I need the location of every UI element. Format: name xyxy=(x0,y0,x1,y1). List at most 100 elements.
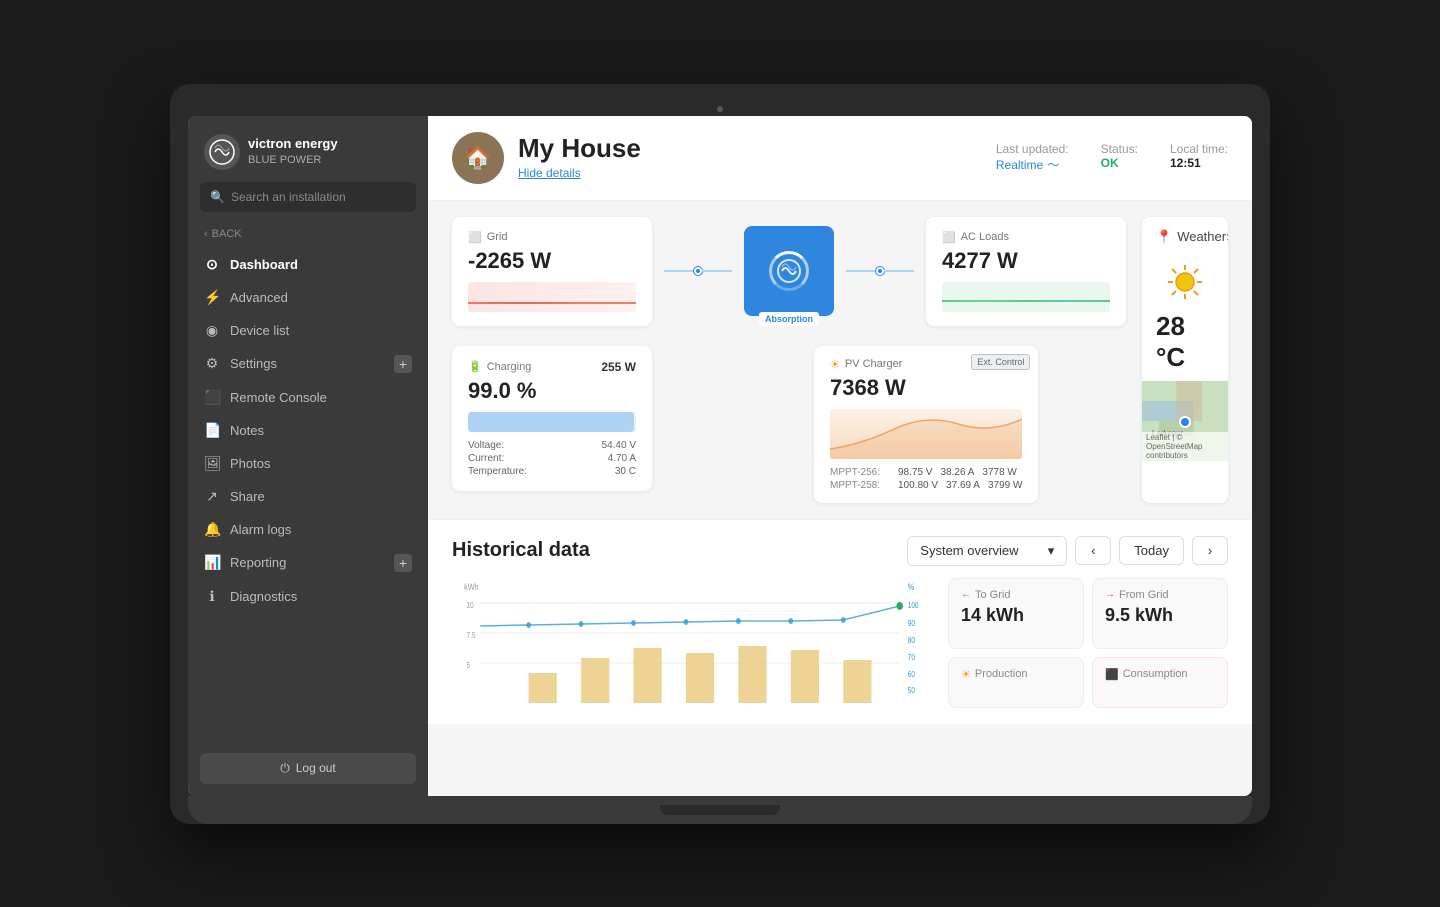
settings-plus-button[interactable]: + xyxy=(394,355,412,373)
advanced-icon: ⚡ xyxy=(204,289,220,306)
ac-loads-title: ⬜ AC Loads xyxy=(942,231,1110,244)
historical-section: Historical data System overview ▾ ‹ Toda… xyxy=(428,519,1252,724)
sidebar-nav: ⊙ Dashboard ⚡ Advanced ◉ Device list ⚙ S… xyxy=(188,248,428,741)
stats-panel: ← To Grid 14 kWh → From Grid 9.5 kWh xyxy=(948,578,1228,708)
sidebar-item-photos[interactable]: 🖼 Photos xyxy=(188,447,428,480)
weather-title: 📍 Weather xyxy=(1156,229,1226,245)
device-list-icon: ◉ xyxy=(204,322,220,339)
svg-text:%: % xyxy=(908,582,914,592)
main-content: 🏠 My House Hide details Last updated: Re… xyxy=(428,116,1252,796)
power-icon: ⏻ xyxy=(280,761,290,776)
search-installation[interactable]: 🔍 Search an installation xyxy=(200,182,416,212)
arrow-left-icon: ← xyxy=(961,589,971,600)
photos-icon: 🖼 xyxy=(204,455,220,472)
svg-text:100: 100 xyxy=(908,600,919,610)
sidebar-item-settings[interactable]: ⚙ Settings + xyxy=(188,347,428,381)
realtime-value: Realtime 〜 xyxy=(996,156,1069,173)
alarm-icon: 🔔 xyxy=(204,521,220,538)
reporting-plus-button[interactable]: + xyxy=(394,554,412,572)
grid-icon: ⬜ xyxy=(468,231,482,244)
local-time: Local time: 12:51 xyxy=(1170,142,1228,173)
connector-h2 xyxy=(702,270,732,272)
inverter-unit: Absorption xyxy=(744,226,834,316)
system-overview-dropdown[interactable]: System overview ▾ xyxy=(907,536,1067,566)
voltage-row: Voltage: 54.40 V xyxy=(468,440,636,451)
pv-mini-chart xyxy=(830,409,1022,459)
from-grid-stat: → From Grid 9.5 kWh xyxy=(1092,578,1228,649)
laptop-base xyxy=(188,796,1252,824)
grid-card: ⬜ Grid -2265 W xyxy=(452,217,652,326)
weather-card: 📍 Weather Sunny xyxy=(1142,217,1228,503)
map-area[interactable]: Larkspur Leaflet | © OpenStreetMap contr… xyxy=(1142,381,1228,461)
dashboard-icon: ⊙ xyxy=(204,256,220,273)
connector-dot xyxy=(694,267,702,275)
map-marker xyxy=(1179,416,1191,428)
grid-card-title: ⬜ Grid xyxy=(468,231,636,244)
reporting-icon: 📊 xyxy=(204,554,220,571)
temperature-row: Temperature: 30 C xyxy=(468,466,636,477)
hide-details-link[interactable]: Hide details xyxy=(518,166,581,180)
sidebar-item-device-list[interactable]: ◉ Device list xyxy=(188,314,428,347)
mppt-258-row: MPPT-258: 100.80 V 37.69 A 3799 W xyxy=(830,480,1022,491)
sidebar-item-share[interactable]: ↗ Share xyxy=(188,480,428,513)
grid-mini-chart xyxy=(468,282,636,312)
absorption-badge: Absorption xyxy=(759,312,819,326)
charging-details: Voltage: 54.40 V Current: 4.70 A Tempera… xyxy=(468,440,636,477)
historical-header: Historical data System overview ▾ ‹ Toda… xyxy=(452,536,1228,566)
back-button[interactable]: ‹ BACK xyxy=(188,224,428,248)
chevron-down-icon: ▾ xyxy=(1048,543,1055,559)
pv-charger-value: 7368 W xyxy=(830,375,1022,401)
ac-loads-chart-line xyxy=(942,300,1110,302)
notes-icon: 📄 xyxy=(204,422,220,439)
svg-text:50: 50 xyxy=(908,685,915,695)
ext-control-badge: Ext. Control xyxy=(971,354,1030,370)
sidebar-item-diagnostics[interactable]: ℹ Diagnostics xyxy=(188,580,428,613)
connector-h xyxy=(664,270,694,272)
historical-title: Historical data xyxy=(452,539,590,562)
connector-h3 xyxy=(846,270,876,272)
connector-h4 xyxy=(884,270,914,272)
cards-area: ⬜ Grid -2265 W xyxy=(452,217,1126,503)
production-stat: ☀ Production xyxy=(948,657,1084,708)
battery-bar xyxy=(468,412,636,432)
sun-icon: ☀ xyxy=(961,668,971,681)
dashboard-cards: ⬜ Grid -2265 W xyxy=(428,201,1252,519)
laptop-screen: victron energy BLUE POWER 🔍 Search an in… xyxy=(188,116,1252,796)
house-avatar: 🏠 xyxy=(452,132,504,184)
from-grid-label: → From Grid xyxy=(1105,589,1215,601)
sidebar-item-alarm-logs[interactable]: 🔔 Alarm logs xyxy=(188,513,428,546)
grid-chart-line xyxy=(468,302,636,304)
charging-title: 🔋 Charging 255 W xyxy=(468,360,636,374)
laptop-frame: victron energy BLUE POWER 🔍 Search an in… xyxy=(170,84,1270,824)
to-grid-stat: ← To Grid 14 kWh xyxy=(948,578,1084,649)
svg-text:kWh: kWh xyxy=(464,582,478,592)
current-row: Current: 4.70 A xyxy=(468,453,636,464)
charging-percent: 99.0 % xyxy=(468,378,636,404)
svg-text:70: 70 xyxy=(908,652,915,662)
sidebar-item-reporting[interactable]: 📊 Reporting + xyxy=(188,546,428,580)
consumption-label: ⬛ Consumption xyxy=(1105,668,1215,681)
chart-area: kWh % 10 7.5 5 100 90 80 70 60 50 xyxy=(452,578,936,708)
sidebar-logo: victron energy BLUE POWER xyxy=(188,116,428,182)
charging-card: 🔋 Charging 255 W 99.0 % Voltage: xyxy=(452,346,652,491)
svg-text:10: 10 xyxy=(467,600,474,610)
chart-stats-row: kWh % 10 7.5 5 100 90 80 70 60 50 xyxy=(452,578,1228,708)
header-meta: Last updated: Realtime 〜 Status: OK Loca… xyxy=(996,142,1228,173)
pv-icon: ☀ xyxy=(830,358,840,371)
sidebar-item-remote-console[interactable]: ⬛ Remote Console xyxy=(188,381,428,414)
weather-condition: Sunny xyxy=(1226,230,1228,244)
production-label: ☀ Production xyxy=(961,668,1071,681)
historical-chart: kWh % 10 7.5 5 100 90 80 70 60 50 xyxy=(452,578,936,708)
to-grid-label: ← To Grid xyxy=(961,589,1071,601)
prev-period-button[interactable]: ‹ xyxy=(1075,536,1111,565)
logout-button[interactable]: ⏻ Log out xyxy=(200,753,416,784)
svg-text:60: 60 xyxy=(908,669,915,679)
next-period-button[interactable]: › xyxy=(1192,536,1228,565)
sidebar-item-notes[interactable]: 📄 Notes xyxy=(188,414,428,447)
today-button[interactable]: Today xyxy=(1119,536,1184,565)
logo-text: victron energy BLUE POWER xyxy=(248,136,338,167)
top-cards-row: ⬜ Grid -2265 W xyxy=(452,217,1126,326)
sidebar-item-advanced[interactable]: ⚡ Advanced xyxy=(188,281,428,314)
arrow-right-icon: → xyxy=(1105,589,1115,600)
sidebar-item-dashboard[interactable]: ⊙ Dashboard xyxy=(188,248,428,281)
